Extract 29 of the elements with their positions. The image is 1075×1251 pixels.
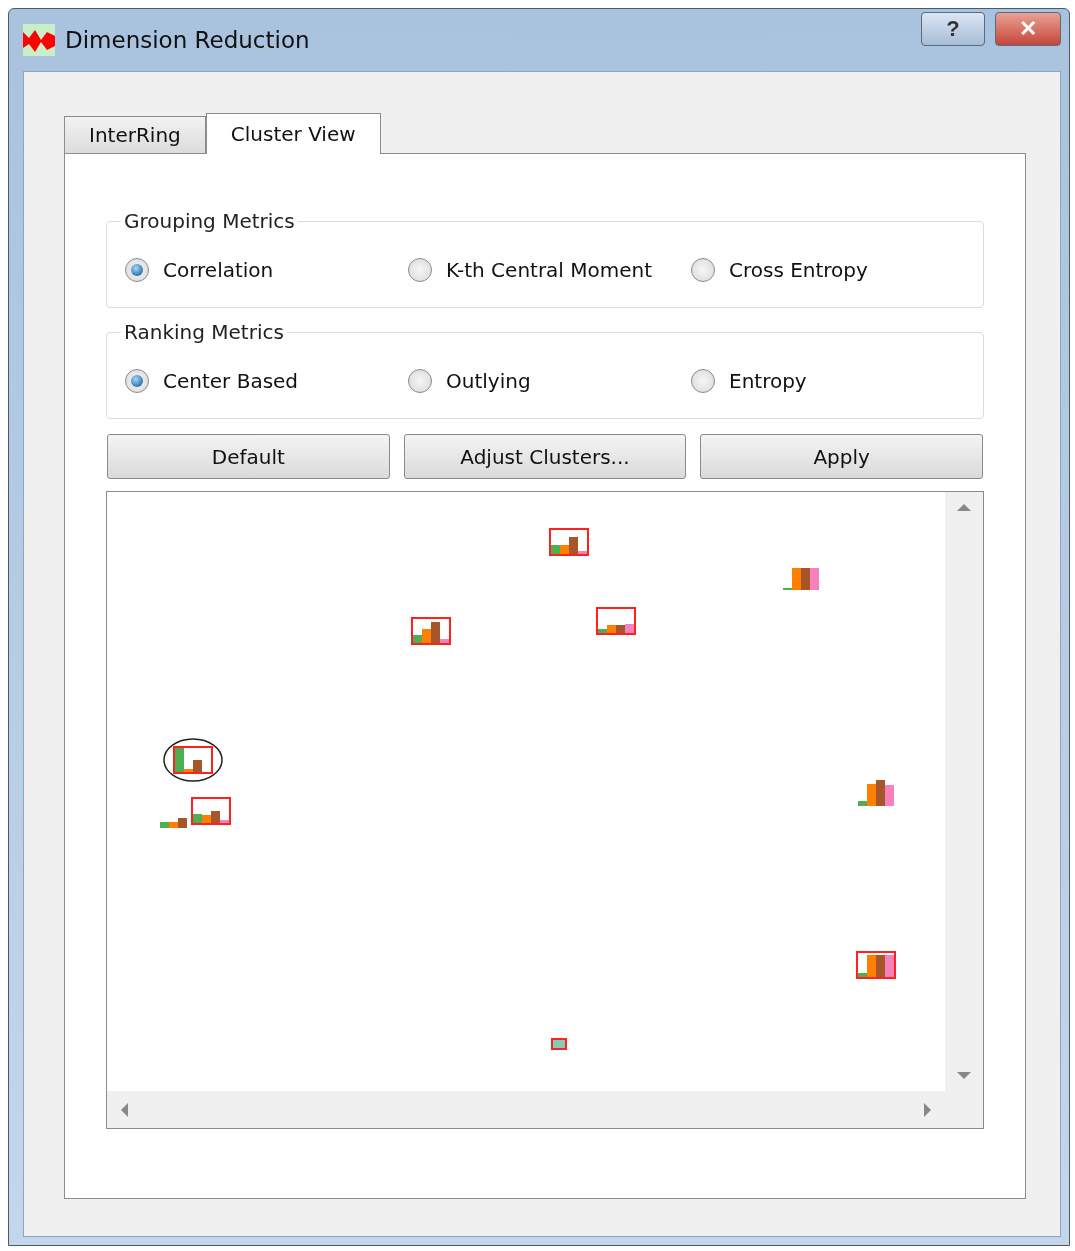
scroll-right-icon[interactable] [923, 1101, 933, 1118]
action-button[interactable]: Apply [700, 434, 983, 479]
tab[interactable]: InterRing [64, 116, 206, 153]
radio-button[interactable] [408, 258, 432, 282]
radio-label: Correlation [163, 258, 274, 282]
tab[interactable]: Cluster View [205, 113, 381, 154]
radio-button[interactable] [691, 369, 715, 393]
vertical-scrollbar[interactable] [945, 492, 983, 1091]
radio-label: Center Based [163, 369, 299, 393]
cluster-glyph[interactable] [163, 738, 223, 782]
scroll-left-icon[interactable] [119, 1101, 129, 1118]
action-button[interactable]: Adjust Clusters... [403, 434, 687, 479]
group-title: Grouping Metrics [123, 209, 296, 233]
radio-button[interactable] [408, 369, 432, 393]
scroll-up-icon[interactable] [956, 502, 972, 512]
horizontal-scrollbar[interactable] [107, 1091, 945, 1128]
action-button[interactable]: Default [107, 434, 390, 479]
group-title: Ranking Metrics [123, 320, 285, 344]
radio-button[interactable] [691, 258, 715, 282]
radio-button[interactable] [125, 258, 149, 282]
radio-label: Outlying [446, 369, 531, 393]
radio-button[interactable] [125, 369, 149, 393]
radio-label: K-th Central Moment [446, 258, 653, 282]
radio-label: Cross Entropy [729, 258, 868, 282]
scroll-down-icon[interactable] [956, 1071, 972, 1081]
radio-label: Entropy [729, 369, 807, 393]
app-icon [23, 24, 55, 56]
window-title: Dimension Reduction [65, 27, 311, 53]
help-button[interactable]: ? [921, 12, 985, 46]
